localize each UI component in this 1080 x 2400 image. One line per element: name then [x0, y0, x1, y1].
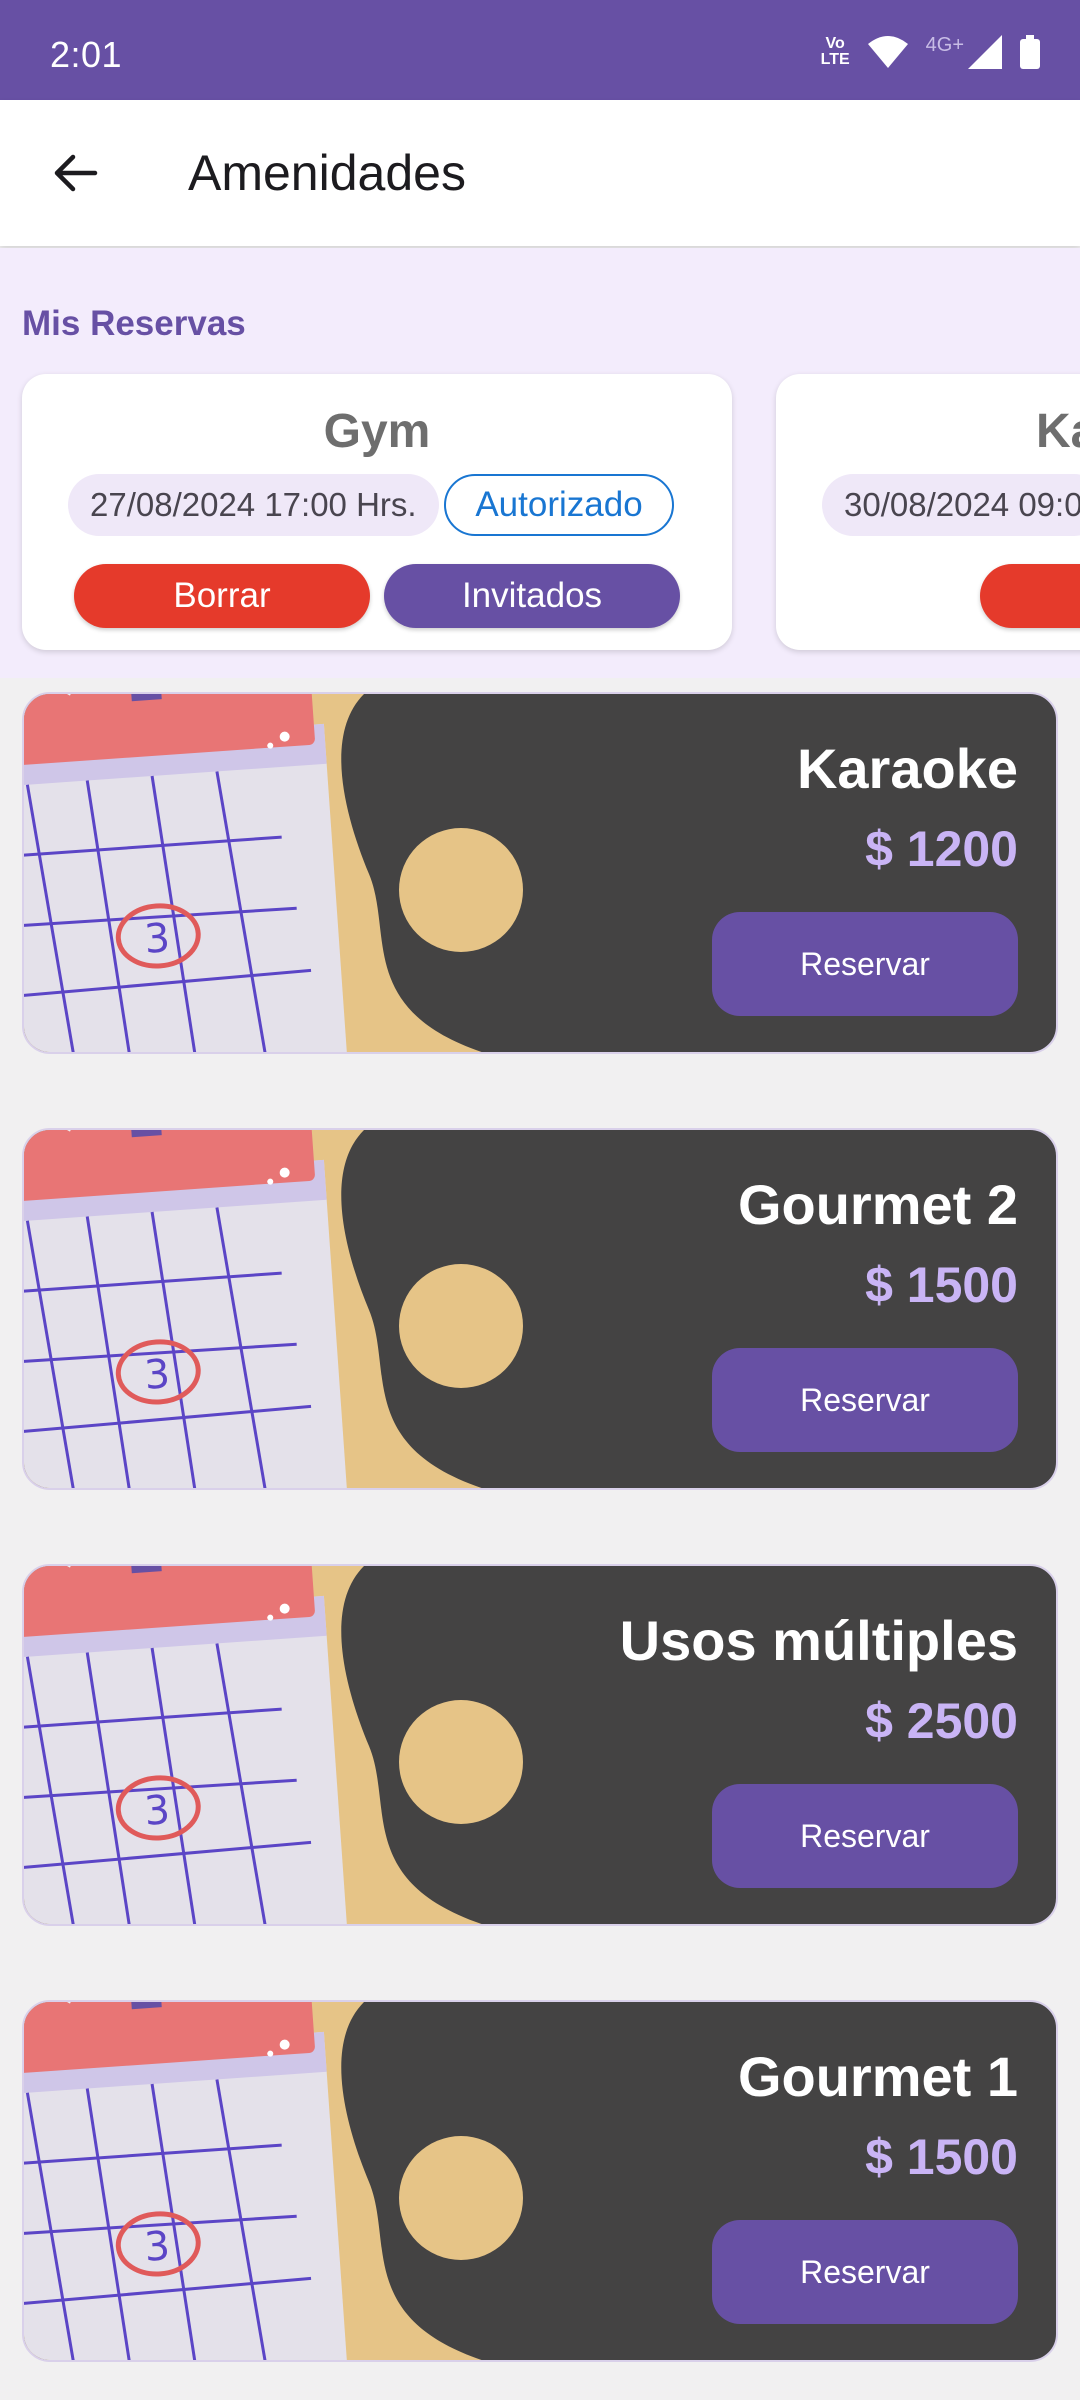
- status-icons: Vo LTE 4G+: [821, 30, 1040, 74]
- amenity-price: $ 2500: [865, 1693, 1018, 1749]
- reservations-section: Mis Reservas Gym 27/08/2024 17:00 Hrs. A…: [0, 248, 1080, 678]
- guests-button[interactable]: Invitados: [384, 564, 680, 628]
- reserve-button[interactable]: Reservar: [712, 1784, 1018, 1888]
- amenity-name: Usos múltiples: [619, 1609, 1018, 1672]
- calendar-illustration: [24, 694, 554, 1054]
- reservation-name: Gym: [323, 405, 431, 458]
- amenity-card-usos-multiples: Usos múltiples $ 2500 Reservar: [22, 1564, 1058, 1926]
- reservation-date: 27/08/2024 17:00 Hrs.: [68, 474, 439, 536]
- reservation-card[interactable]: Gym 27/08/2024 17:00 Hrs. Autorizado Bor…: [22, 374, 732, 650]
- signal-icon: [968, 35, 1002, 69]
- reservation-card[interactable]: Ka 30/08/2024 09:0: [776, 374, 1080, 650]
- amenity-card-karaoke: Karaoke $ 1200 Reservar: [22, 692, 1058, 1054]
- reserve-button[interactable]: Reservar: [712, 1348, 1018, 1452]
- network-type-label: 4G+: [925, 33, 964, 56]
- delete-button[interactable]: [980, 564, 1080, 628]
- reservation-name: Ka: [1036, 405, 1080, 458]
- amenity-card-gourmet-1: Gourmet 1 $ 1500 Reservar: [22, 2000, 1058, 2362]
- wifi-icon: [867, 36, 908, 68]
- back-button[interactable]: [40, 138, 110, 208]
- reservation-date: 30/08/2024 09:0: [822, 474, 1080, 536]
- reservations-title: Mis Reservas: [22, 304, 246, 343]
- amenity-name: Gourmet 1: [737, 2045, 1018, 2108]
- volte-icon: Vo LTE: [820, 35, 850, 68]
- battery-icon: [1020, 35, 1040, 69]
- app-bar: Amenidades: [0, 100, 1080, 246]
- delete-button[interactable]: Borrar: [74, 564, 370, 628]
- calendar-illustration: [24, 1130, 554, 1490]
- amenity-price: $ 1500: [865, 2129, 1018, 2185]
- status-badge: Autorizado: [444, 474, 674, 536]
- calendar-illustration: [24, 1566, 554, 1926]
- status-bar: 2:01 Vo LTE 4G+: [0, 0, 1080, 100]
- amenity-card-gourmet-2: Gourmet 2 $ 1500 Reservar: [22, 1128, 1058, 1490]
- amenity-price: $ 1500: [865, 1257, 1018, 1313]
- reserve-button[interactable]: Reservar: [712, 912, 1018, 1016]
- amenity-name: Karaoke: [796, 737, 1018, 800]
- amenity-name: Gourmet 2: [737, 1173, 1018, 1236]
- amenity-price: $ 1200: [865, 821, 1018, 877]
- arrow-back-icon: [54, 154, 98, 192]
- calendar-illustration: [24, 2002, 554, 2362]
- status-time: 2:01: [50, 34, 123, 75]
- reserve-button[interactable]: Reservar: [712, 2220, 1018, 2324]
- page-title: Amenidades: [188, 145, 466, 201]
